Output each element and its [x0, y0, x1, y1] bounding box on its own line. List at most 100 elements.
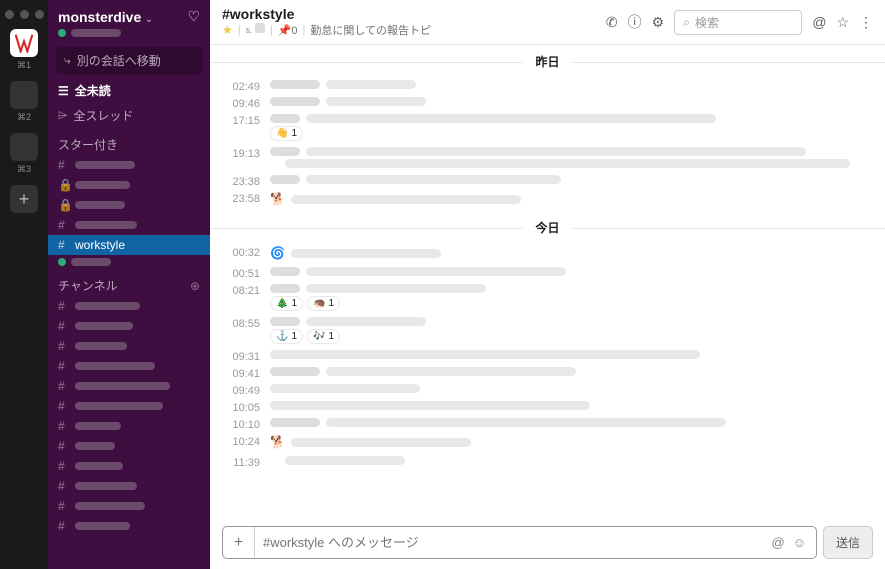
info-icon[interactable]: ⓘ — [628, 12, 642, 32]
channel-title[interactable]: #workstyle — [222, 6, 431, 22]
message-row[interactable]: 23:38 — [210, 173, 885, 190]
chevron-down-icon: ⌄ — [145, 14, 153, 25]
message-time: 17:15 — [228, 114, 260, 127]
reaction-button[interactable]: 👋1 — [270, 126, 303, 141]
channel-topic[interactable]: 勤怠に関しての報告トピ — [310, 22, 431, 38]
message-row[interactable]: 02:49 — [210, 78, 885, 95]
settings-icon[interactable]: ⚙ — [652, 14, 665, 31]
star-icon[interactable]: ★ — [222, 23, 233, 37]
message-input[interactable] — [255, 527, 762, 558]
workspace-shortcut: ⌘2 — [17, 112, 31, 123]
message-row[interactable]: 00:32🌀 — [210, 244, 885, 265]
channel-item[interactable]: # — [48, 215, 210, 235]
message-row[interactable]: 10:10 — [210, 416, 885, 433]
channel-item-workstyle[interactable]: #workstyle — [48, 235, 210, 255]
channel-item[interactable]: # — [48, 376, 210, 396]
reaction-button[interactable]: 🦔1 — [307, 296, 340, 311]
more-icon[interactable]: ⋮ — [859, 14, 873, 31]
channel-item[interactable]: # — [48, 496, 210, 516]
reaction-button[interactable]: 🎶1 — [307, 329, 340, 344]
emoji-icon[interactable]: ☺ — [793, 535, 806, 550]
search-icon: ⌕ — [683, 15, 690, 30]
channel-item[interactable]: # — [48, 476, 210, 496]
starred-section-header[interactable]: スター付き — [48, 128, 210, 155]
workspace-name[interactable]: monsterdive — [58, 9, 141, 25]
message-time: 09:49 — [228, 384, 260, 397]
channel-item[interactable]: # — [48, 436, 210, 456]
message-row[interactable]: 17:15 👋1 — [210, 112, 885, 145]
workspace-icon[interactable] — [10, 81, 38, 109]
message-time: 10:10 — [228, 418, 260, 431]
add-channel-icon[interactable]: ⊕ — [190, 279, 200, 293]
date-divider: 昨日 — [523, 55, 571, 69]
message-row[interactable]: 09:31 — [210, 348, 885, 365]
search-input[interactable]: ⌕ 検索 — [674, 10, 802, 35]
send-button[interactable]: 送信 — [823, 526, 873, 559]
workspace-shortcut: ⌘3 — [17, 164, 31, 175]
add-workspace-button[interactable]: + — [10, 185, 38, 213]
message-time: 02:49 — [228, 80, 260, 93]
members-icon[interactable]: ೩ — [246, 23, 265, 37]
reaction-button[interactable]: ⚓1 — [270, 329, 303, 344]
message-row[interactable]: 11:39 — [210, 454, 885, 471]
channel-item[interactable]: 🔒 — [48, 195, 210, 215]
jump-icon: ⤷ — [64, 53, 71, 68]
workspace-icon-active[interactable] — [10, 29, 38, 57]
all-unread-link[interactable]: ☰ 全未読 — [48, 78, 210, 103]
window-controls[interactable] — [5, 4, 44, 29]
message-time: 11:39 — [228, 456, 260, 469]
message-time: 23:38 — [228, 175, 260, 188]
message-row[interactable]: 00:51 — [210, 265, 885, 282]
message-row[interactable]: 23:58🐕 — [210, 190, 885, 211]
message-row[interactable]: 08:21🎄1🦔1 — [210, 282, 885, 315]
channel-item[interactable]: # — [48, 336, 210, 356]
channel-sidebar: monsterdive ⌄ ♡ ⤷ 別の会話へ移動 ☰ 全未読 ⌲ 全スレッド … — [48, 0, 210, 569]
all-threads-link[interactable]: ⌲ 全スレッド — [48, 103, 210, 128]
jump-to-conversation[interactable]: ⤷ 別の会話へ移動 — [56, 47, 202, 74]
message-time: 09:46 — [228, 97, 260, 110]
workspace-shortcut: ⌘1 — [17, 60, 31, 71]
workspace-icon[interactable] — [10, 133, 38, 161]
message-row[interactable]: 08:55 ⚓1 🎶1 — [210, 315, 885, 348]
message-composer[interactable]: + @ ☺ — [222, 526, 817, 559]
pinned-count[interactable]: 📌0 — [278, 24, 298, 37]
message-row[interactable]: 10:24🐕 — [210, 433, 885, 454]
message-row[interactable]: 09:41 — [210, 365, 885, 382]
mention-icon[interactable]: @ — [772, 535, 785, 550]
workspace-rail: ⌘1 ⌘2 ⌘3 + — [0, 0, 48, 569]
channel-item[interactable]: 🔒 — [48, 175, 210, 195]
reaction-button[interactable]: 🎄1 — [270, 296, 303, 311]
message-time: 00:32 — [228, 246, 260, 259]
channel-item[interactable]: # — [48, 456, 210, 476]
channel-item[interactable]: # — [48, 296, 210, 316]
message-row[interactable]: 09:49 — [210, 382, 885, 399]
date-divider: 今日 — [523, 221, 571, 235]
channels-section-header[interactable]: チャンネル ⊕ — [48, 269, 210, 296]
attach-button[interactable]: + — [223, 527, 255, 558]
channel-item[interactable]: # — [48, 416, 210, 436]
channel-header: #workstyle ★| ೩ | 📌0| 勤怠に関しての報告トピ ✆ ⓘ ⚙ … — [210, 0, 885, 45]
channel-item[interactable]: # — [48, 356, 210, 376]
message-time: 00:51 — [228, 267, 260, 280]
message-time: 09:31 — [228, 350, 260, 363]
message-row[interactable]: 10:05 — [210, 399, 885, 416]
message-time: 23:58 — [228, 192, 260, 205]
user-status[interactable] — [48, 29, 210, 43]
channel-item[interactable]: # — [48, 516, 210, 536]
channel-item[interactable] — [48, 255, 210, 269]
message-time: 08:55 — [228, 317, 260, 330]
channel-item[interactable]: # — [48, 396, 210, 416]
message-time: 19:13 — [228, 147, 260, 160]
thread-icon: ⌲ — [58, 108, 67, 123]
call-icon[interactable]: ✆ — [606, 14, 618, 31]
channel-item[interactable]: # — [48, 316, 210, 336]
message-row[interactable]: 09:46 — [210, 95, 885, 112]
message-time: 10:05 — [228, 401, 260, 414]
message-list[interactable]: 昨日 02:4909:4617:15👋119:1323:3823:58🐕 今日 … — [210, 45, 885, 518]
channel-item[interactable]: # — [48, 155, 210, 175]
message-row[interactable]: 19:13 — [210, 145, 885, 173]
notifications-icon[interactable]: ♡ — [187, 8, 200, 25]
message-time: 10:24 — [228, 435, 260, 448]
star-icon[interactable]: ☆ — [836, 14, 849, 31]
mentions-icon[interactable]: @ — [812, 14, 826, 30]
